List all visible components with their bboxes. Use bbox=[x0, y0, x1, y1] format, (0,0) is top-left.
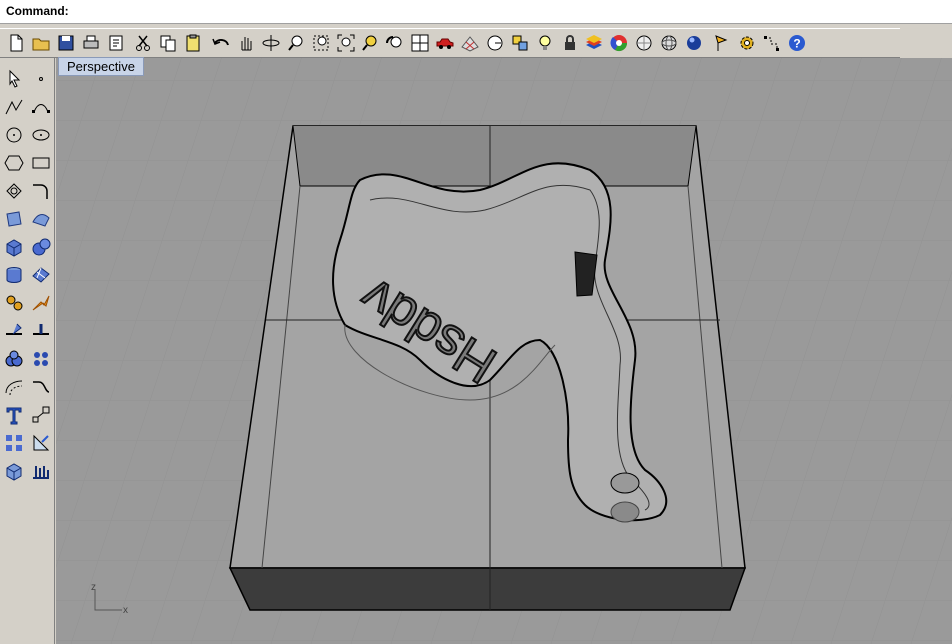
paste-icon[interactable] bbox=[181, 31, 205, 55]
lock-icon[interactable] bbox=[558, 31, 582, 55]
shade-icon[interactable] bbox=[632, 31, 656, 55]
dimension-icon[interactable] bbox=[760, 31, 784, 55]
perspective-viewport[interactable]: Hsddv z x bbox=[56, 58, 952, 644]
dimension-tool-icon[interactable] bbox=[28, 430, 54, 456]
split-icon[interactable] bbox=[1, 318, 27, 344]
main-toolbar: ? bbox=[0, 28, 900, 58]
array-icon[interactable] bbox=[28, 346, 54, 372]
pencil-flag-icon[interactable] bbox=[710, 31, 734, 55]
surface-icon[interactable] bbox=[1, 206, 27, 232]
surface-from-curve-icon[interactable] bbox=[28, 262, 54, 288]
undo-icon[interactable] bbox=[209, 31, 233, 55]
pan-hand-icon[interactable] bbox=[234, 31, 258, 55]
command-label: Command: bbox=[6, 4, 69, 18]
surface-grid-icon[interactable] bbox=[458, 31, 482, 55]
join-icon[interactable] bbox=[28, 318, 54, 344]
rectangle-icon[interactable] bbox=[28, 150, 54, 176]
polyline-icon[interactable] bbox=[1, 94, 27, 120]
cylinder-icon[interactable] bbox=[1, 262, 27, 288]
four-viewports-icon[interactable] bbox=[408, 31, 432, 55]
viewport-scene: Hsddv z x bbox=[56, 58, 952, 644]
zoom-window-icon[interactable] bbox=[309, 31, 333, 55]
cut-icon[interactable] bbox=[131, 31, 155, 55]
open-folder-icon[interactable] bbox=[29, 31, 53, 55]
light-bulb-icon[interactable] bbox=[533, 31, 557, 55]
surface-patch-icon[interactable] bbox=[28, 206, 54, 232]
print-icon[interactable] bbox=[79, 31, 103, 55]
snap-icon[interactable] bbox=[508, 31, 532, 55]
zoom-in-icon[interactable] bbox=[284, 31, 308, 55]
select-arrow-icon[interactable] bbox=[1, 66, 27, 92]
trim-icon[interactable] bbox=[28, 290, 54, 316]
svg-text:?: ? bbox=[793, 37, 800, 51]
layer-stack-icon[interactable] bbox=[582, 31, 606, 55]
new-document-icon[interactable] bbox=[4, 31, 28, 55]
ellipse-icon[interactable] bbox=[28, 122, 54, 148]
properties-icon[interactable] bbox=[104, 31, 128, 55]
explode-icon[interactable] bbox=[1, 290, 27, 316]
axis-x-label: x bbox=[123, 605, 128, 616]
color-wheel-icon[interactable] bbox=[607, 31, 631, 55]
arc-icon[interactable] bbox=[1, 178, 27, 204]
blend-icon[interactable] bbox=[28, 374, 54, 400]
circle-icon[interactable] bbox=[1, 122, 27, 148]
point-icon[interactable] bbox=[28, 66, 54, 92]
offset-icon[interactable] bbox=[1, 374, 27, 400]
gear-cog-icon[interactable] bbox=[735, 31, 759, 55]
help-icon[interactable]: ? bbox=[785, 31, 809, 55]
rotate-view-icon[interactable] bbox=[259, 31, 283, 55]
text-icon[interactable] bbox=[1, 402, 27, 428]
boolean-union-icon[interactable] bbox=[1, 346, 27, 372]
save-icon[interactable] bbox=[54, 31, 78, 55]
sphere-grid-icon[interactable] bbox=[657, 31, 681, 55]
circle-target-icon[interactable] bbox=[483, 31, 507, 55]
curve-point-icon[interactable] bbox=[28, 94, 54, 120]
undo-view-icon[interactable] bbox=[383, 31, 407, 55]
sphere-icon[interactable] bbox=[28, 234, 54, 260]
zoom-extents-icon[interactable] bbox=[334, 31, 358, 55]
mesh-icon[interactable] bbox=[28, 458, 54, 484]
transform-icon[interactable] bbox=[1, 430, 27, 456]
axis-z-label: z bbox=[91, 582, 96, 593]
fillet-icon[interactable] bbox=[28, 178, 54, 204]
render-sphere-icon[interactable] bbox=[682, 31, 706, 55]
car-icon[interactable] bbox=[433, 31, 457, 55]
block-icon[interactable] bbox=[1, 458, 27, 484]
copy-icon[interactable] bbox=[156, 31, 180, 55]
box-icon[interactable] bbox=[1, 234, 27, 260]
zoom-target-icon[interactable] bbox=[358, 31, 382, 55]
tool-palette bbox=[0, 58, 55, 644]
command-bar: Command: bbox=[0, 0, 952, 24]
polygon-icon[interactable] bbox=[1, 150, 27, 176]
scale-icon[interactable] bbox=[28, 402, 54, 428]
command-input[interactable] bbox=[74, 2, 938, 22]
viewport-tab[interactable]: Perspective bbox=[58, 57, 144, 76]
